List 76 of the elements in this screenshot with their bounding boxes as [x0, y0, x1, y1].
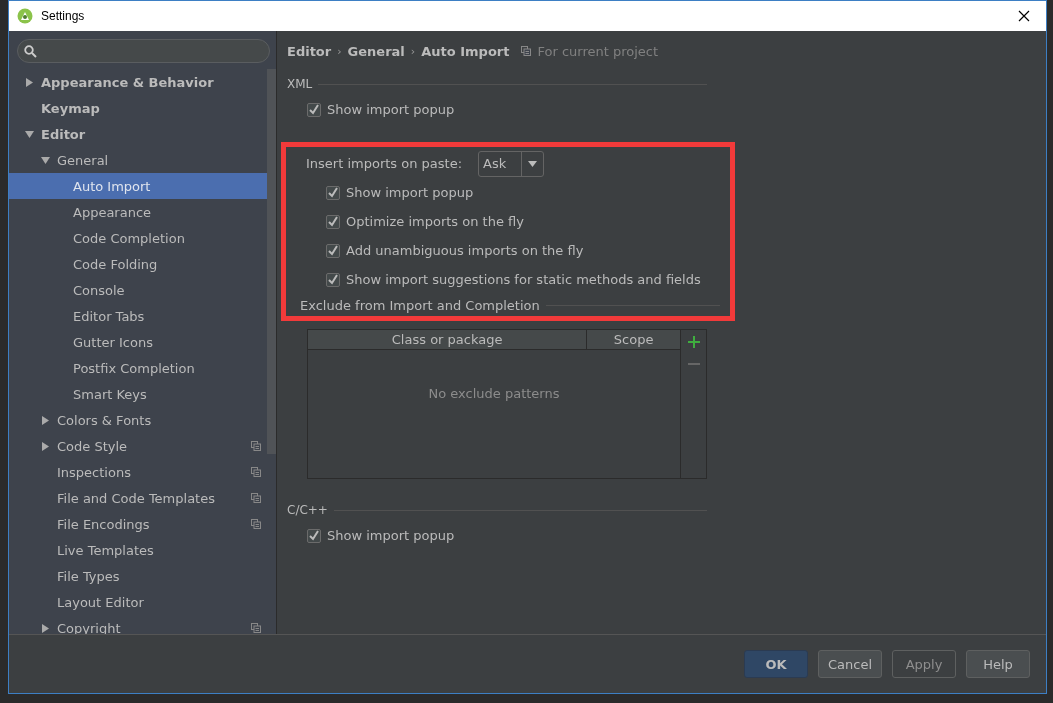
tree-item[interactable]: Console — [9, 277, 267, 303]
check-icon — [327, 273, 339, 286]
breadcrumb-item: General — [347, 43, 405, 59]
check-icon — [327, 186, 339, 199]
tree-item[interactable]: Live Templates — [9, 537, 267, 563]
collapse-arrow-icon[interactable] — [40, 155, 50, 165]
empty-message: No exclude patterns — [428, 386, 560, 401]
tree-item[interactable]: General — [9, 147, 267, 173]
window-title: Settings — [41, 9, 86, 23]
expand-arrow-icon[interactable] — [40, 415, 50, 425]
breadcrumb-item: Editor — [287, 43, 332, 59]
checkbox[interactable] — [307, 528, 321, 543]
dropdown[interactable]: Ask — [478, 150, 545, 177]
tree-item[interactable]: Inspections — [9, 459, 267, 485]
section-title: C/C++ — [287, 503, 328, 517]
checkbox[interactable] — [326, 185, 340, 200]
dialog-button[interactable]: Help — [966, 650, 1030, 678]
collapse-arrow-icon[interactable] — [24, 129, 34, 139]
checkbox[interactable] — [307, 102, 321, 117]
tree-item[interactable]: Code Style — [9, 433, 267, 459]
project-scope-icon — [251, 467, 261, 477]
tree-item[interactable]: Smart Keys — [9, 381, 267, 407]
scope-label: For current project — [537, 43, 659, 59]
tree-item[interactable]: Gutter Icons — [9, 329, 267, 355]
checkbox-label[interactable]: Show import suggestions for static methods and fields — [346, 272, 701, 287]
tree-item[interactable]: File Types — [9, 563, 267, 589]
checkbox[interactable] — [326, 243, 340, 258]
dialog-button[interactable]: Cancel — [818, 650, 882, 678]
close-icon — [1018, 10, 1030, 22]
tree-item[interactable]: Code Folding — [9, 251, 267, 277]
search-icon — [24, 44, 37, 58]
tree-item[interactable]: Auto Import — [9, 173, 267, 199]
tree-item[interactable]: Postfix Completion — [9, 355, 267, 381]
breadcrumb-separator: › — [337, 44, 342, 58]
check-icon — [308, 103, 320, 116]
checkbox-label[interactable]: Show import popup — [327, 102, 455, 117]
breadcrumb-separator: › — [410, 44, 416, 58]
tree-item[interactable]: File and Code Templates — [9, 485, 267, 511]
expand-arrow-icon[interactable] — [40, 623, 50, 633]
project-scope-icon — [251, 493, 261, 503]
dropdown-arrow-icon — [528, 160, 538, 167]
checkbox[interactable] — [326, 272, 340, 287]
checkbox-label[interactable]: Show import popup — [346, 185, 474, 200]
expand-arrow-icon[interactable] — [40, 441, 50, 451]
project-scope-icon — [251, 519, 261, 529]
app-logo-icon — [17, 8, 33, 24]
tree-item[interactable]: Code Completion — [9, 225, 267, 251]
checkbox-label[interactable]: Show import popup — [327, 528, 455, 543]
scrollbar[interactable] — [267, 69, 276, 454]
tree-item[interactable]: Layout Editor — [9, 589, 267, 615]
checkbox[interactable] — [326, 214, 340, 229]
column-header[interactable]: Class or package — [308, 330, 587, 349]
check-icon — [308, 529, 320, 542]
field-label: Insert imports on paste: — [306, 156, 463, 171]
tree-item[interactable]: Editor — [9, 121, 267, 147]
column-header[interactable]: Scope — [586, 330, 680, 349]
tree-item[interactable]: Appearance — [9, 199, 267, 225]
search-field[interactable] — [17, 39, 270, 63]
dialog-button[interactable]: OK — [744, 650, 808, 678]
check-icon — [327, 244, 339, 257]
expand-arrow-icon[interactable] — [24, 77, 34, 87]
project-scope-icon — [521, 46, 532, 56]
checkbox-label[interactable]: Optimize imports on the fly — [346, 214, 524, 229]
check-icon — [327, 215, 339, 228]
tree-item[interactable]: Colors & Fonts — [9, 407, 267, 433]
add-button[interactable] — [685, 334, 702, 350]
tree-item[interactable]: Keymap — [9, 95, 267, 121]
tree-item[interactable]: Editor Tabs — [9, 303, 267, 329]
section-title: XML — [287, 77, 313, 91]
breadcrumb-item: Auto Import — [421, 43, 510, 59]
project-scope-icon — [251, 441, 261, 451]
checkbox-label[interactable]: Add unambiguous imports on the fly — [346, 243, 584, 258]
plus-icon — [687, 336, 700, 348]
tree-item[interactable]: Appearance & Behavior — [9, 69, 267, 95]
tree-item[interactable]: File Encodings — [9, 511, 267, 537]
section-title: Exclude from Import and Completion — [300, 297, 540, 313]
